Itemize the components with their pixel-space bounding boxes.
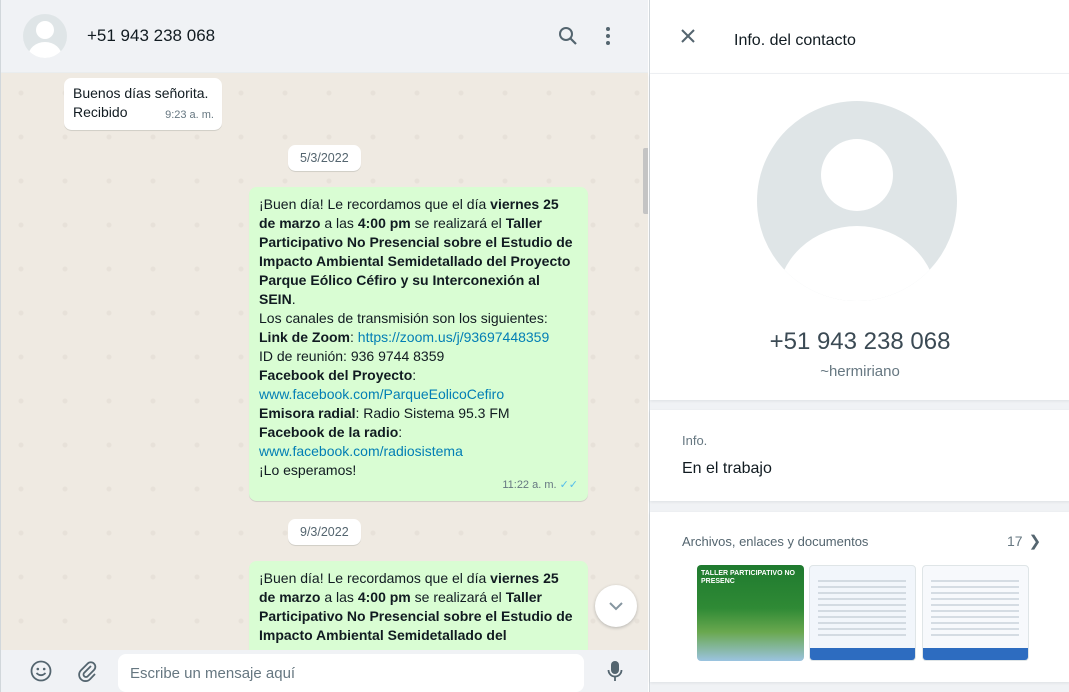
contact-info-panel: Info. del contacto +51 943 238 068 ~herm…	[649, 0, 1069, 692]
menu-dots-icon[interactable]	[605, 26, 611, 50]
search-icon[interactable]	[558, 26, 578, 50]
message-text: Emisora radial: Radio Sistema 95.3 FM	[259, 405, 510, 421]
chat-pane: +51 943 238 068 Buenos días señorita. Re…	[0, 0, 648, 692]
message-time: 11:22 a. m. ✓✓	[502, 479, 578, 491]
message-text: Link de Zoom: https://zoom.us/j/93697448…	[259, 329, 550, 345]
message-body: ¡Buen día! Le recordamos que el día vier…	[259, 570, 573, 643]
message-input[interactable]: Escribe un mensaje aquí	[118, 654, 584, 692]
facebook-project-link[interactable]: www.facebook.com/ParqueEolicoCefiro	[259, 386, 504, 402]
media-thumbnail[interactable]	[922, 565, 1029, 661]
contact-avatar[interactable]	[23, 14, 67, 58]
outgoing-message[interactable]: ¡Buen día! Le recordamos que el día vier…	[249, 561, 588, 650]
zoom-link[interactable]: https://zoom.us/j/93697448359	[358, 329, 549, 345]
read-ticks-icon: ✓✓	[559, 479, 578, 491]
scroll-down-button[interactable]	[595, 585, 637, 627]
chevron-down-icon	[609, 601, 623, 610]
scrollbar[interactable]	[643, 148, 648, 214]
message-text: Buenos días señorita.	[73, 85, 209, 101]
message-text: Facebook del Proyecto:	[259, 367, 417, 383]
attach-icon[interactable]	[77, 660, 97, 686]
incoming-message[interactable]: Buenos días señorita. Recibido 9:23 a. m…	[64, 78, 222, 130]
message-text: ID de reunión: 936 9744 8359	[259, 348, 445, 364]
date-separator: 5/3/2022	[288, 145, 361, 171]
about-value: En el trabajo	[682, 460, 772, 477]
info-header: Info. del contacto	[650, 0, 1069, 73]
chevron-right-icon: ❯	[1028, 533, 1042, 550]
microphone-icon[interactable]	[607, 660, 623, 686]
composer-bar: Escribe un mensaje aquí	[1, 650, 648, 692]
media-thumbnail[interactable]: TALLER PARTICIPATIVO NO PRESENC	[697, 565, 804, 661]
profile-alias: ~hermiriano	[820, 363, 900, 380]
chat-header[interactable]: +51 943 238 068	[1, 0, 648, 73]
date-separator: 9/3/2022	[288, 519, 361, 545]
panel-title: Info. del contacto	[734, 32, 856, 49]
about-section: Info. En el trabajo	[650, 410, 1069, 501]
facebook-radio-link[interactable]: www.facebook.com/radiosistema	[259, 443, 463, 459]
media-thumbnail[interactable]	[809, 565, 916, 661]
message-time: 9:23 a. m.	[165, 109, 214, 121]
close-icon[interactable]	[680, 28, 696, 46]
message-list[interactable]: Buenos días señorita. Recibido 9:23 a. m…	[1, 73, 648, 650]
outgoing-message[interactable]: ¡Buen día! Le recordamos que el día vier…	[249, 187, 588, 501]
profile-avatar[interactable]	[757, 101, 957, 301]
about-label: Info.	[682, 433, 708, 448]
message-body: ¡Buen día! Le recordamos que el día vier…	[259, 196, 573, 307]
message-text: Los canales de transmisión son los sigui…	[259, 310, 548, 326]
profile-section: +51 943 238 068 ~hermiriano	[650, 74, 1069, 400]
contact-name[interactable]: +51 943 238 068	[87, 26, 215, 46]
message-text: Facebook de la radio:	[259, 424, 403, 440]
emoji-icon[interactable]	[30, 660, 52, 686]
media-section[interactable]: Archivos, enlaces y documentos 17 ❯ TALLE…	[650, 512, 1069, 682]
media-label[interactable]: Archivos, enlaces y documentos	[682, 534, 868, 549]
profile-phone: +51 943 238 068	[769, 328, 951, 355]
media-count[interactable]: 17 ❯	[1007, 532, 1041, 550]
